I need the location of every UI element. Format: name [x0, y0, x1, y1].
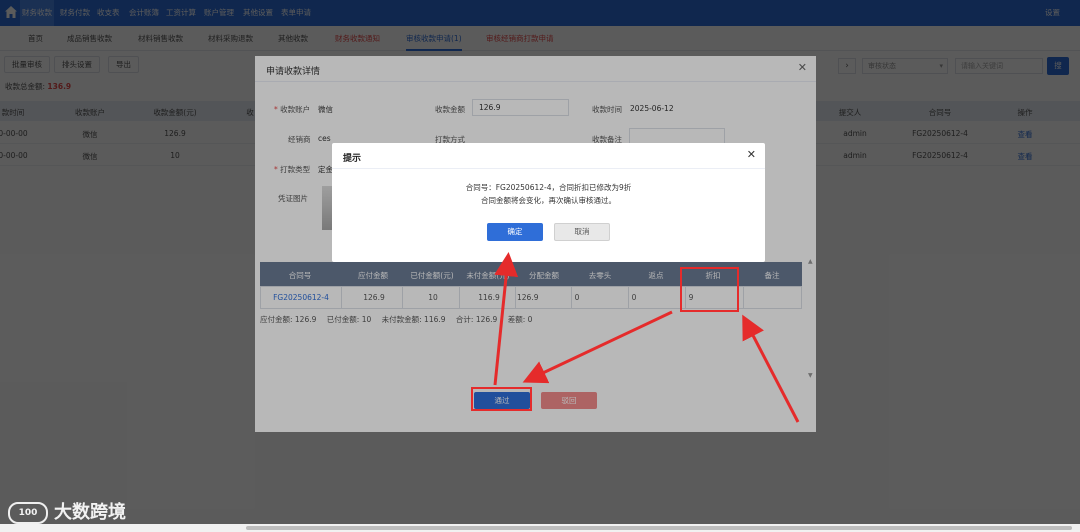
approve-highlight-box	[471, 387, 532, 411]
watermark-text: 大数跨境	[54, 502, 126, 523]
scrollbar-thumb[interactable]	[246, 526, 1072, 530]
watermark-icon: 100	[8, 502, 48, 524]
confirm-cancel-button[interactable]: 取消	[554, 223, 610, 241]
horizontal-scrollbar[interactable]	[0, 524, 1080, 532]
confirm-dialog: 提示 ✕ 合同号：FG20250612-4，合同折扣已修改为9折 合同金额将会变…	[332, 143, 765, 262]
discount-highlight-box	[680, 267, 739, 312]
confirm-ok-button[interactable]: 确定	[487, 223, 543, 241]
confirm-title: 提示	[343, 154, 362, 164]
close-icon[interactable]: ✕	[747, 148, 756, 161]
confirm-message-line1: 合同号：FG20250612-4，合同折扣已修改为9折	[465, 183, 632, 192]
confirm-overlay	[0, 0, 1080, 532]
confirm-header: 提示 ✕	[332, 143, 765, 169]
watermark-logo: 100 大数跨境	[8, 498, 126, 524]
confirm-message-line2: 合同金额将会变化，再次确认审核通过。	[481, 196, 616, 205]
